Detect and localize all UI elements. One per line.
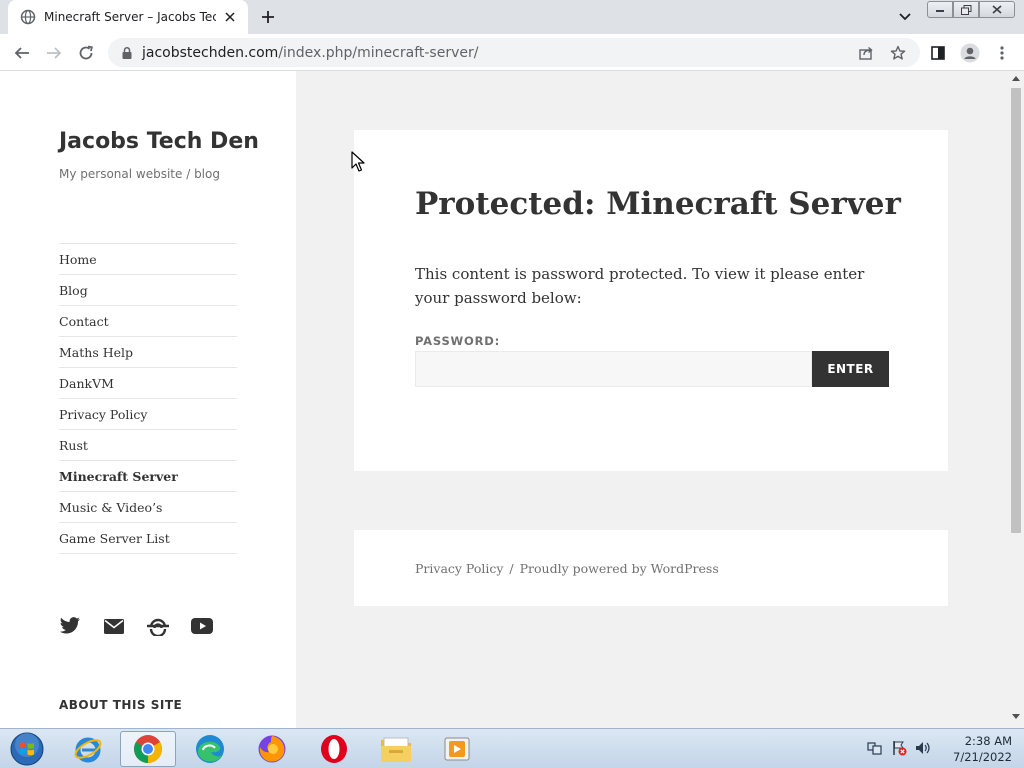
clock-date: 7/21/2022 [953,750,1012,764]
forward-arrow-icon[interactable] [43,42,65,64]
minimize-window-button[interactable] [927,1,953,18]
password-notice: This content is password protected. To v… [415,265,865,307]
profile-avatar-icon[interactable] [959,42,981,64]
browser-toolbar: jacobstechden.com/index.php/minecraft-se… [0,34,1024,71]
edge-icon[interactable] [182,731,238,767]
protected-article: Protected: Minecraft Server This content… [354,130,948,471]
url-path: /index.php/minecraft-server/ [278,44,479,61]
site-title[interactable]: Jacobs Tech Den [59,129,259,154]
scroll-up-icon[interactable] [1012,75,1020,81]
back-arrow-icon[interactable] [11,42,33,64]
volume-icon[interactable] [914,739,932,757]
youtube-icon[interactable] [191,615,213,637]
menu-item-minecraft-server[interactable]: Minecraft Server [59,461,237,492]
kebab-menu-icon[interactable] [991,42,1013,64]
lock-icon[interactable] [120,46,134,60]
menu-item-dankvm[interactable]: DankVM [59,368,237,399]
address-bar[interactable]: jacobstechden.com/index.php/minecraft-se… [108,38,920,67]
chevron-down-icon[interactable] [896,9,914,25]
firefox-icon[interactable] [244,731,300,767]
clock-time: 2:38 AM [964,734,1012,748]
menu-item-maths-help[interactable]: Maths Help [59,337,237,368]
menu-item-music-videos[interactable]: Music & Video’s [59,492,237,523]
chrome-icon[interactable] [120,731,176,767]
password-input[interactable] [415,351,812,387]
menu-item-blog[interactable]: Blog [59,275,237,306]
footer-separator: / [509,560,514,576]
footer-privacy-link[interactable]: Privacy Policy [415,561,503,576]
mail-icon[interactable] [103,615,125,637]
site-menu: Home Blog Contact Maths Help DankVM Priv… [59,243,237,554]
social-links [59,615,235,637]
page-scrollbar[interactable] [1008,71,1024,728]
footer-powered-by-link[interactable]: Proudly powered by WordPress [520,561,719,576]
opera-icon[interactable] [306,731,362,767]
menu-item-contact[interactable]: Contact [59,306,237,337]
mouse-cursor-icon [351,151,365,172]
globe-icon [20,9,36,25]
scrollbar-thumb[interactable] [1011,88,1021,533]
site-footer: Privacy Policy / Proudly powered by Word… [354,530,948,606]
close-window-button[interactable] [979,1,1015,18]
menu-item-rust[interactable]: Rust [59,430,237,461]
start-button[interactable] [8,731,46,767]
windows-taskbar: 2:38 AM 7/21/2022 [0,728,1024,768]
site-description: My personal website / blog [59,167,220,181]
tab-title: Minecraft Server – Jacobs Tech D [44,10,216,24]
menu-item-home[interactable]: Home [59,244,237,275]
file-explorer-icon[interactable] [368,731,424,767]
about-heading: ABOUT THIS SITE [59,698,183,712]
twitter-icon[interactable] [59,615,81,637]
internet-explorer-icon[interactable] [60,731,116,767]
site-sidebar: Jacobs Tech Den My personal website / bl… [0,71,296,728]
menu-item-privacy-policy[interactable]: Privacy Policy [59,399,237,430]
taskbar-clock[interactable]: 2:38 AM 7/21/2022 [936,733,1012,765]
close-tab-icon[interactable] [222,9,238,25]
browser-tab-strip: Minecraft Server – Jacobs Tech D [0,0,1024,34]
restore-window-button[interactable] [953,1,979,18]
url-text: jacobstechden.com/index.php/minecraft-se… [142,45,478,61]
url-domain: jacobstechden.com [142,44,279,61]
bookmark-star-icon[interactable] [888,43,908,63]
side-panel-icon[interactable] [927,42,949,64]
scroll-down-icon[interactable] [1012,714,1020,720]
menu-item-game-server-list[interactable]: Game Server List [59,523,237,554]
reload-icon[interactable] [75,42,97,64]
action-center-flag-icon[interactable] [890,739,908,757]
media-player-icon[interactable] [430,731,486,767]
password-label: PASSWORD: [415,334,500,348]
enter-button[interactable]: ENTER [812,351,889,387]
show-hidden-icons-icon[interactable] [866,739,884,757]
browser-tab[interactable]: Minecraft Server – Jacobs Tech D [8,0,248,34]
share-icon[interactable] [856,43,876,63]
link-icon[interactable] [147,615,169,637]
page-title: Protected: Minecraft Server [415,186,901,222]
new-tab-icon[interactable] [258,7,278,27]
page-viewport: Jacobs Tech Den My personal website / bl… [0,71,1008,728]
